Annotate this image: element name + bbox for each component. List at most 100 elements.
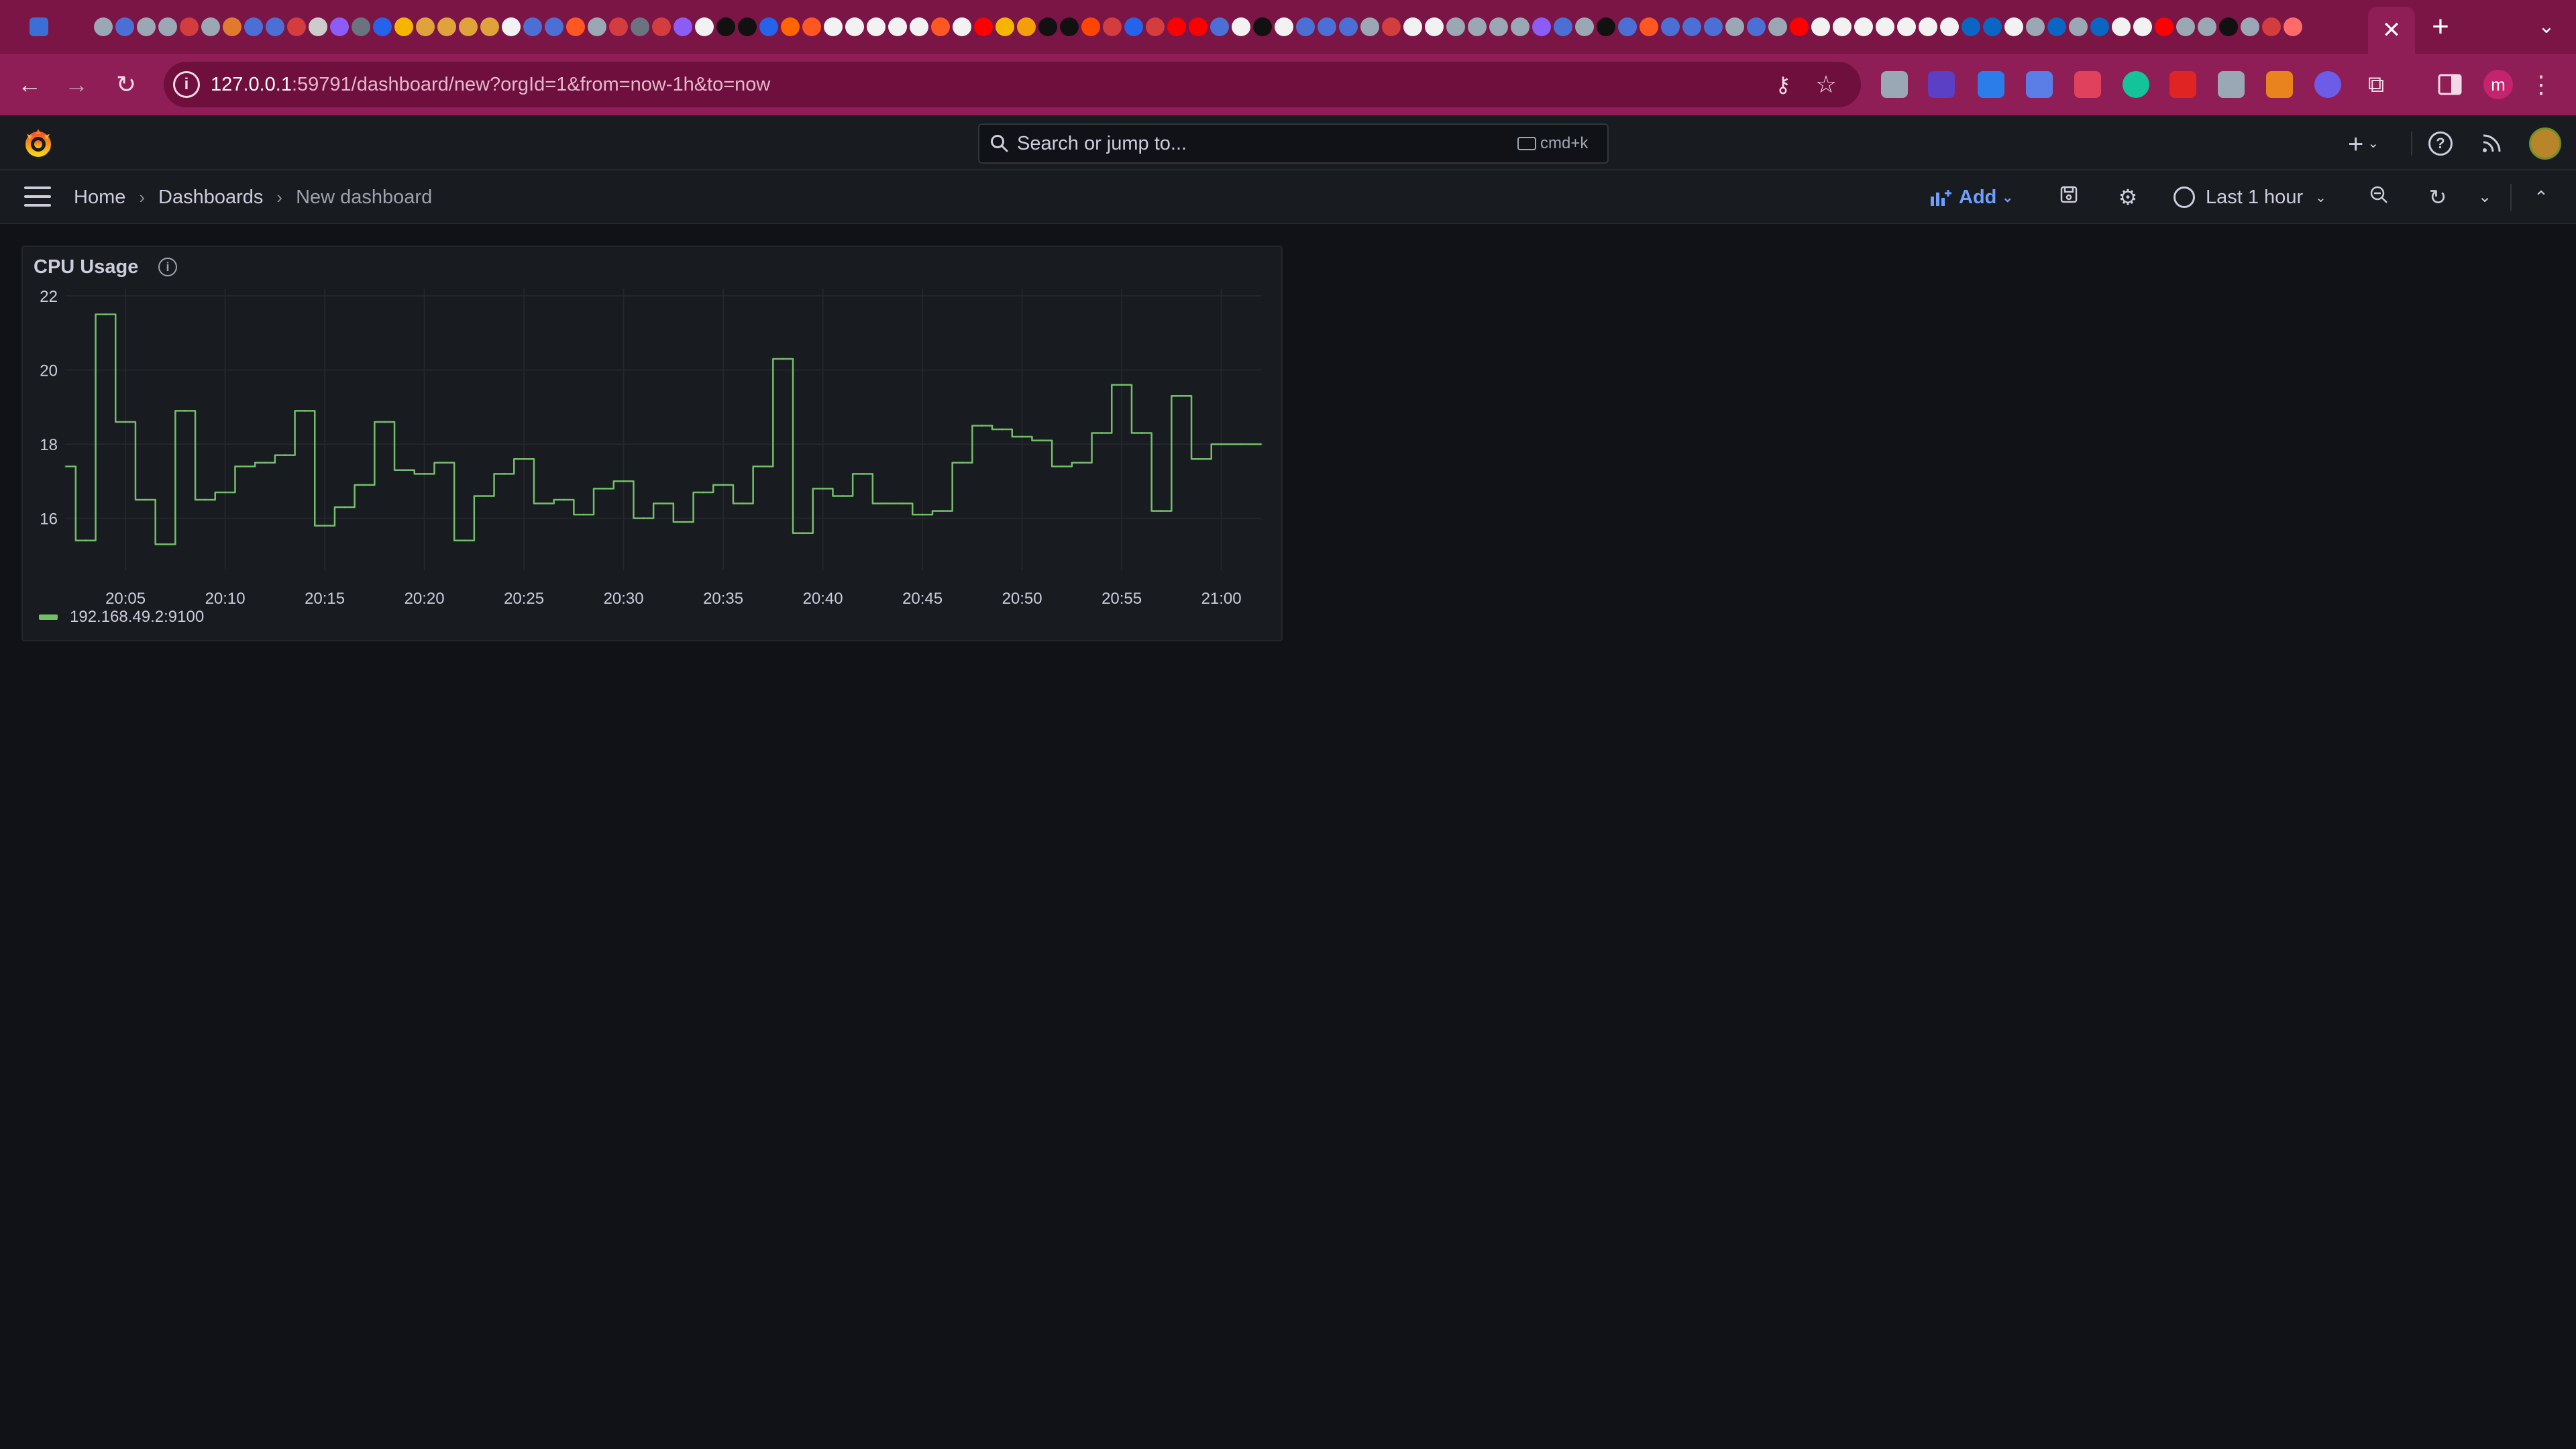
tab-favicon-icon[interactable] — [867, 17, 885, 36]
tab-favicon-icon[interactable] — [1103, 17, 1122, 36]
back-button[interactable]: ← — [13, 68, 46, 101]
add-button[interactable]: Add ⌄ — [1929, 182, 2013, 212]
extension-icon[interactable] — [2026, 71, 2053, 98]
tab-favicon-icon[interactable] — [137, 17, 156, 36]
tab-favicon-icon[interactable] — [2219, 17, 2238, 36]
tab-favicon-icon[interactable] — [1468, 17, 1487, 36]
tab-favicon-icon[interactable] — [2284, 17, 2302, 36]
tab-favicon-icon[interactable] — [2090, 17, 2109, 36]
tab-favicon-icon[interactable] — [287, 17, 306, 36]
tab-favicon-icon[interactable] — [1811, 17, 1830, 36]
extensions-puzzle-icon[interactable]: ⧉ — [2361, 70, 2391, 99]
menu-hamburger-icon[interactable] — [24, 186, 51, 208]
tab-favicon-icon[interactable] — [94, 17, 113, 36]
tab-favicon-icon[interactable] — [1919, 17, 1937, 36]
panel-title[interactable]: CPU Usage — [34, 254, 138, 280]
tab-favicon-icon[interactable] — [1425, 17, 1444, 36]
tab-favicon-icon[interactable] — [1661, 17, 1680, 36]
tab-favicon-icon[interactable] — [180, 17, 199, 36]
extension-icon[interactable] — [2218, 71, 2245, 98]
tab-favicon-icon[interactable] — [115, 17, 134, 36]
site-info-icon[interactable]: i — [173, 71, 200, 98]
tab-favicon-icon[interactable] — [545, 17, 564, 36]
tab-favicon-icon[interactable] — [781, 17, 800, 36]
tab-favicon-icon[interactable] — [631, 17, 649, 36]
tab-favicon-icon[interactable] — [437, 17, 456, 36]
tab-favicon-icon[interactable] — [1189, 17, 1208, 36]
tab-favicon-icon[interactable] — [2198, 17, 2216, 36]
tab-favicon-icon[interactable] — [1060, 17, 1079, 36]
collapse-chevron-up-icon[interactable]: ⌃ — [2528, 184, 2555, 211]
tab-favicon-icon[interactable] — [910, 17, 928, 36]
tab-search-button[interactable]: ⌄ — [2530, 11, 2563, 43]
tab-favicon-icon[interactable] — [1747, 17, 1766, 36]
tab-favicon-icon[interactable] — [1253, 17, 1272, 36]
tab-favicon-icon[interactable] — [1725, 17, 1744, 36]
tab-favicon-icon[interactable] — [1360, 17, 1379, 36]
tab-favicon-icon[interactable] — [1146, 17, 1165, 36]
tab-favicon-icon[interactable] — [931, 17, 950, 36]
tab-favicon-icon[interactable] — [1962, 17, 1980, 36]
tab-favicon-icon[interactable] — [1296, 17, 1315, 36]
tab-favicon-icon[interactable] — [1876, 17, 1894, 36]
forward-button[interactable]: → — [60, 68, 93, 101]
tab-favicon-icon[interactable] — [1983, 17, 2002, 36]
tab-favicon-icon[interactable] — [652, 17, 671, 36]
tab-favicon-icon[interactable] — [2047, 17, 2066, 36]
extension-icon[interactable] — [1881, 71, 1908, 98]
extension-icon[interactable] — [2266, 71, 2293, 98]
extension-icon[interactable] — [2314, 71, 2341, 98]
tab-favicon-icon[interactable] — [974, 17, 993, 36]
reload-button[interactable]: ↻ — [110, 68, 142, 101]
tab-favicon-icon[interactable] — [845, 17, 864, 36]
tab-favicon-icon[interactable] — [1210, 17, 1229, 36]
password-key-icon[interactable]: ⚷ — [1768, 70, 1798, 99]
breadcrumb-dashboards[interactable]: Dashboards — [158, 186, 263, 209]
tab-favicon-icon[interactable] — [1403, 17, 1422, 36]
tab-favicon-icon[interactable] — [416, 17, 435, 36]
extension-icon[interactable] — [1978, 71, 2004, 98]
tab-favicon-icon[interactable] — [1232, 17, 1250, 36]
tab-favicon-icon[interactable] — [759, 17, 778, 36]
chart-legend[interactable]: 192.168.49.2:9100 — [39, 605, 204, 629]
tab-favicon-icon[interactable] — [1682, 17, 1701, 36]
tab-favicon-icon[interactable] — [2262, 17, 2281, 36]
tab-favicon-icon[interactable] — [201, 17, 220, 36]
cpu-usage-chart[interactable]: 16 18 20 22 20:05 20:10 20:15 20:20 20:25 20:30 20… — [27, 288, 1275, 604]
tab-favicon-icon[interactable] — [1575, 17, 1594, 36]
tab-favicon-icon[interactable] — [1167, 17, 1186, 36]
tab-favicon-icon[interactable] — [953, 17, 971, 36]
tab-favicon-icon[interactable] — [1833, 17, 1851, 36]
tab-favicon-icon[interactable] — [352, 17, 370, 36]
tab-favicon-icon[interactable] — [394, 17, 413, 36]
tab-favicon-icon[interactable] — [1768, 17, 1787, 36]
tab-favicon-icon[interactable] — [1017, 17, 1036, 36]
tab-favicon-icon[interactable] — [1511, 17, 1529, 36]
extension-icon[interactable] — [2074, 71, 2101, 98]
tab-favicon-icon[interactable] — [1897, 17, 1916, 36]
tab-favicon-icon[interactable] — [566, 17, 585, 36]
tab-favicon-icon[interactable] — [824, 17, 843, 36]
breadcrumb-home[interactable]: Home — [74, 186, 125, 209]
tab-favicon-icon[interactable] — [2112, 17, 2131, 36]
tab-favicon-icon[interactable] — [1339, 17, 1358, 36]
extension-icon[interactable] — [2169, 71, 2196, 98]
tab-favicon-icon[interactable] — [674, 17, 692, 36]
tab-favicon-icon[interactable] — [2176, 17, 2195, 36]
tab-favicon-icon[interactable] — [2241, 17, 2259, 36]
tab-favicon-icon[interactable] — [738, 17, 757, 36]
active-tab[interactable]: ✕ — [2368, 7, 2415, 54]
tab-favicon-icon[interactable] — [2026, 17, 2045, 36]
close-tab-icon[interactable]: ✕ — [2382, 17, 2402, 44]
tab-favicon-icon[interactable] — [1382, 17, 1401, 36]
browser-menu-icon[interactable]: ⋮ — [2526, 70, 2556, 99]
save-dashboard-icon[interactable] — [2055, 184, 2082, 211]
tab-favicon-icon[interactable] — [1640, 17, 1658, 36]
tab-favicon-icon[interactable] — [2155, 17, 2174, 36]
tab-favicon-icon[interactable] — [1489, 17, 1508, 36]
tab-favicon-icon[interactable] — [309, 17, 327, 36]
tab-favicon-icon[interactable] — [1081, 17, 1100, 36]
new-menu-button[interactable]: + ⌄ — [2348, 127, 2379, 160]
tab-favicon-icon[interactable] — [523, 17, 542, 36]
tab-favicon-icon[interactable] — [1038, 17, 1057, 36]
